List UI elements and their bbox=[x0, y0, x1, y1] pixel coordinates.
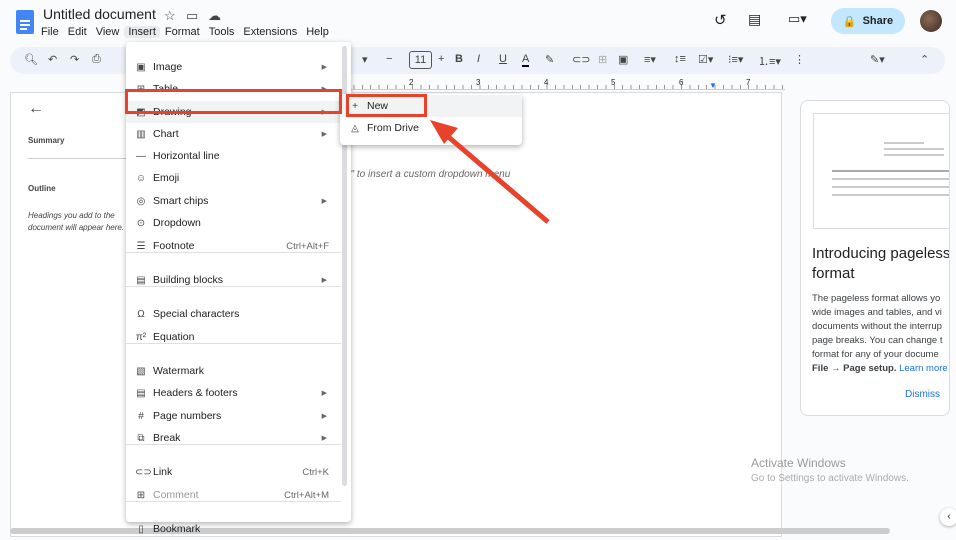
arrow-shaft bbox=[443, 132, 550, 224]
annotation-arrow bbox=[430, 120, 550, 224]
